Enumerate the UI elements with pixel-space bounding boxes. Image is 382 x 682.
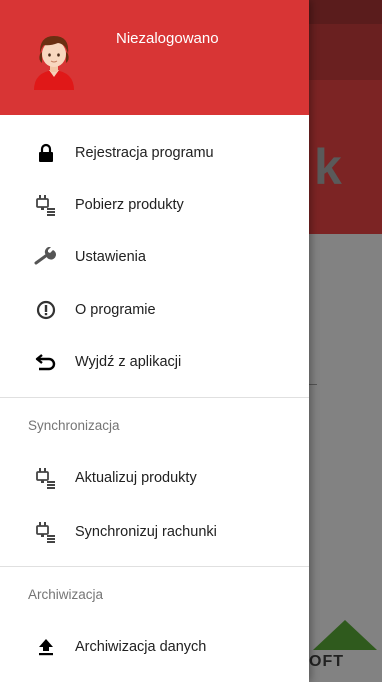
menu-item-register[interactable]: Rejestracja programu [0, 127, 309, 179]
user-status-label: Niezalogowano [116, 30, 219, 47]
section-header-sync: Synchronizacja [28, 418, 120, 433]
user-avatar-icon[interactable] [30, 30, 78, 90]
menu-item-settings[interactable]: Ustawienia [0, 231, 309, 283]
info-icon [34, 298, 58, 322]
menu-item-download-products[interactable]: Pobierz produkty [0, 179, 309, 231]
section-header-archive: Archiwizacja [28, 587, 104, 602]
menu-item-label: Synchronizuj rachunki [75, 524, 217, 540]
drawer-header: Niezalogowano [0, 0, 309, 115]
menu-item-label: O programie [75, 302, 156, 318]
background-divider [309, 384, 317, 385]
menu-item-label: Rejestracja programu [75, 145, 214, 161]
exit-icon [34, 350, 58, 374]
divider [0, 397, 309, 398]
wrench-icon [34, 245, 58, 269]
logo-triangle [313, 620, 377, 650]
logo-text: OFT [309, 653, 344, 670]
navigation-drawer: Niezalogowano Rejestracja programu Pobie… [0, 0, 309, 682]
menu-item-update-products[interactable]: Aktualizuj produkty [0, 452, 309, 504]
menu-item-label: Wyjdź z aplikacji [75, 354, 182, 370]
background-hero-text: k [314, 139, 342, 195]
menu-item-label: Pobierz produkty [75, 197, 184, 213]
menu-item-label: Aktualizuj produkty [75, 470, 197, 486]
menu-item-sync-receipts[interactable]: Synchronizuj rachunki [0, 506, 309, 558]
menu-item-archive-data[interactable]: Archiwizacja danych [0, 621, 309, 673]
plug-icon [34, 466, 58, 490]
plug-icon [34, 193, 58, 217]
menu-item-about[interactable]: O programie [0, 284, 309, 336]
menu-item-exit[interactable]: Wyjdź z aplikacji [0, 336, 309, 388]
menu-item-label: Archiwizacja danych [75, 639, 207, 655]
upload-icon [34, 635, 58, 659]
divider [0, 566, 309, 567]
plug-icon [34, 520, 58, 544]
menu-item-label: Ustawienia [75, 249, 146, 265]
lock-icon [34, 141, 58, 165]
